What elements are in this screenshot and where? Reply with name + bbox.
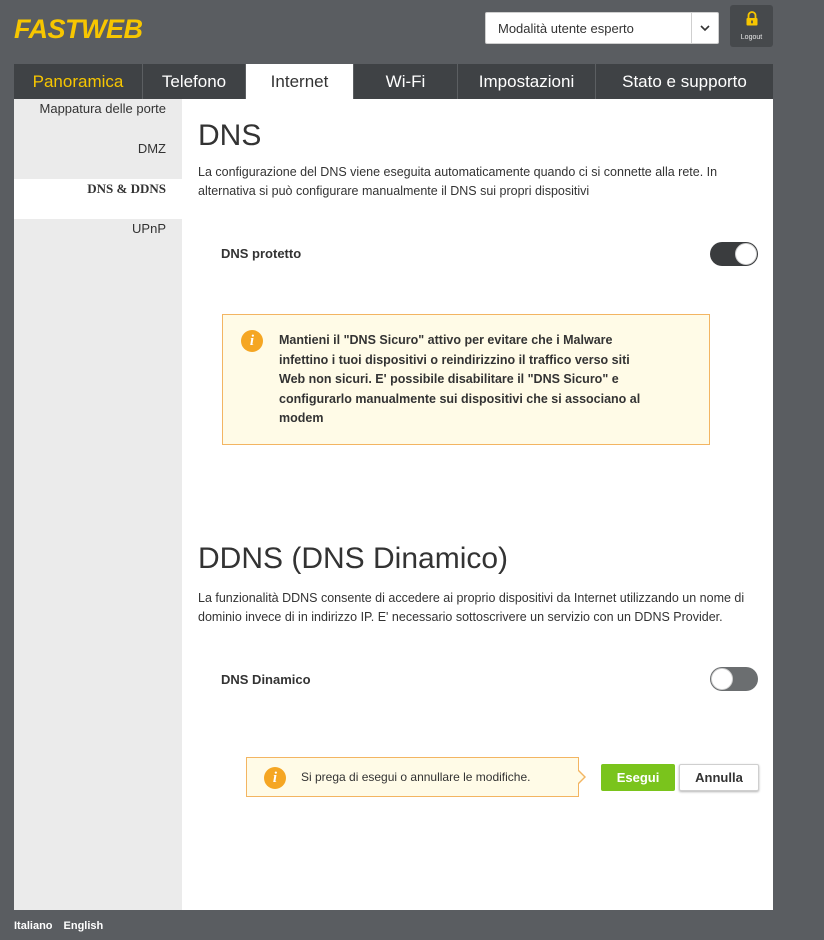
pending-changes-notice: i Si prega di esegui o annullare le modi… xyxy=(246,757,586,797)
sidebar-item-dns-ddns[interactable]: DNS & DDNS xyxy=(14,179,182,219)
tab-wifi[interactable]: Wi-Fi xyxy=(354,64,458,99)
ddns-description: La funzionalità DDNS consente di acceder… xyxy=(198,591,745,624)
dns-protetto-label: DNS protetto xyxy=(221,246,302,261)
pending-changes-text: Si prega di esegui o annullare le modifi… xyxy=(301,770,531,784)
annulla-button[interactable]: Annulla xyxy=(679,764,759,791)
toggle-knob xyxy=(735,243,757,265)
sidebar-item-mappatura-porte[interactable]: Mappatura delle porte xyxy=(14,99,182,139)
logout-button[interactable]: Logout xyxy=(730,5,773,47)
info-icon: i xyxy=(241,330,263,352)
dns-dinamico-label: DNS Dinamico xyxy=(221,672,311,687)
tab-telefono[interactable]: Telefono xyxy=(143,64,246,99)
user-mode-select-value: Modalità utente esperto xyxy=(498,20,634,36)
dns-dinamico-toggle[interactable] xyxy=(710,667,758,691)
info-icon: i xyxy=(264,767,286,789)
esegui-button[interactable]: Esegui xyxy=(601,764,675,791)
logo-text: FASTWEB xyxy=(14,14,143,44)
tab-internet[interactable]: Internet xyxy=(246,64,354,99)
dns-protetto-toggle[interactable] xyxy=(710,242,758,266)
dns-description: La configurazione del DNS viene eseguita… xyxy=(198,165,718,198)
logout-label: Logout xyxy=(740,34,763,41)
sidebar-item-dmz[interactable]: DMZ xyxy=(14,139,182,179)
language-english[interactable]: English xyxy=(64,920,104,932)
ddns-title: DDNS (DNS Dinamico) xyxy=(198,542,509,575)
dns-warning-text: Mantieni il "DNS Sicuro" attivo per evit… xyxy=(279,333,641,425)
lock-icon xyxy=(745,11,759,31)
tab-panoramica[interactable]: Panoramica xyxy=(14,64,143,99)
language-switcher: Italiano English xyxy=(14,920,103,932)
sidebar: Mappatura delle porte DMZ DNS & DDNS UPn… xyxy=(14,99,182,910)
sidebar-item-upnp[interactable]: UPnP xyxy=(14,219,182,259)
notice-pointer-fill xyxy=(577,770,584,784)
dns-warning-box: i Mantieni il "DNS Sicuro" attivo per ev… xyxy=(222,314,710,445)
user-mode-select[interactable]: Modalità utente esperto xyxy=(485,12,719,44)
language-italiano[interactable]: Italiano xyxy=(14,920,53,932)
fastweb-logo: FASTWEB xyxy=(14,12,170,46)
tab-stato-supporto[interactable]: Stato e supporto xyxy=(596,64,773,99)
chevron-down-icon[interactable] xyxy=(691,13,718,43)
main-tabs: Panoramica Telefono Internet Wi-Fi Impos… xyxy=(14,64,773,99)
main-content: DNS La configurazione del DNS viene eseg… xyxy=(182,99,773,910)
tab-impostazioni[interactable]: Impostazioni xyxy=(458,64,596,99)
dns-title: DNS xyxy=(198,119,262,152)
toggle-knob xyxy=(711,668,733,690)
